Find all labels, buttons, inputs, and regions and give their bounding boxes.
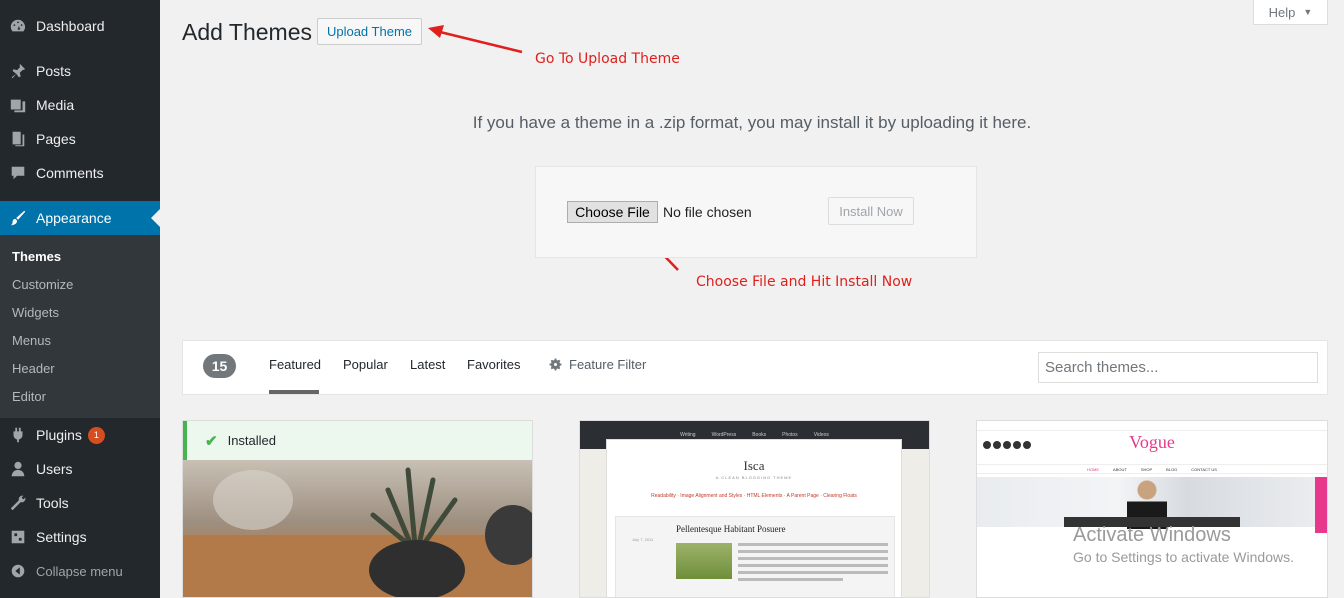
vogue-menu-item: BLOG <box>1166 466 1178 472</box>
search-themes-input[interactable] <box>1038 352 1318 383</box>
active-tab-indicator <box>269 390 319 394</box>
isca-title: Isca <box>743 458 765 473</box>
annotation-upload-note: Go To Upload Theme <box>535 51 680 67</box>
collapse-menu-button[interactable]: Collapse menu <box>0 554 160 588</box>
upload-description: If you have a theme in a .zip format, yo… <box>472 113 1032 132</box>
dashboard-icon <box>0 17 36 35</box>
sidebar-item-label: Pages <box>36 131 76 147</box>
submenu-item-editor[interactable]: Editor <box>12 389 46 404</box>
brush-icon <box>0 209 36 227</box>
grass-thumbnail <box>676 543 732 579</box>
sidebar-item-plugins[interactable]: Plugins 1 <box>0 418 160 452</box>
tab-popular[interactable]: Popular <box>343 357 388 372</box>
install-now-button[interactable]: Install Now <box>828 197 914 225</box>
vogue-menu-item: SHOP <box>1140 466 1153 472</box>
choose-file-button[interactable]: Choose File <box>567 201 658 223</box>
tab-latest[interactable]: Latest <box>410 357 445 372</box>
sidebar-item-posts[interactable]: Posts <box>0 54 160 88</box>
help-label: Help <box>1268 4 1296 20</box>
sidebar-item-settings[interactable]: Settings <box>0 520 160 554</box>
collapse-icon <box>0 562 36 580</box>
installed-notice: ✔ Installed <box>183 421 532 460</box>
isca-preview: Isca A CLEAN BLOGGING THEME Readability … <box>606 439 902 597</box>
media-icon <box>0 96 36 114</box>
plugin-icon <box>0 426 36 444</box>
submenu-item-themes[interactable]: Themes <box>12 249 61 264</box>
sidebar-item-comments[interactable]: Comments <box>0 156 160 190</box>
theme-screenshot <box>183 460 532 597</box>
installed-label: Installed <box>227 433 276 448</box>
theme-card-isca[interactable]: Writing WordPress Books Photos Videos Is… <box>579 420 930 598</box>
vogue-menu-item: CONTACT US <box>1191 466 1217 472</box>
wrench-icon <box>0 494 36 512</box>
feature-filter-label: Feature Filter <box>569 357 647 372</box>
sidebar-item-label: Dashboard <box>36 18 105 34</box>
isca-tagline: A CLEAN BLOGGING THEME <box>715 475 793 480</box>
sidebar-item-label: Comments <box>36 165 104 181</box>
sidebar-item-label: Media <box>36 97 75 113</box>
sidebar-item-label: Appearance <box>36 210 112 226</box>
update-count-badge: 1 <box>87 426 105 444</box>
upload-theme-button[interactable]: Upload Theme <box>317 18 422 45</box>
theme-card-vogue[interactable]: Vogue HOME ABOUT SHOP BLOG CONTACT US <box>976 420 1328 598</box>
sidebar-item-media[interactable]: Media <box>0 88 160 122</box>
pin-icon <box>0 62 36 80</box>
vogue-menu-item: HOME <box>1087 466 1100 472</box>
isca-post-excerpt <box>738 543 888 585</box>
submenu-item-menus[interactable]: Menus <box>12 333 51 348</box>
settings-icon <box>0 528 36 546</box>
isca-post: July 7, 2011 Pellentesque Habitant Posue… <box>615 516 895 597</box>
arrow-to-upload-button <box>428 25 523 54</box>
feature-filter-button[interactable]: Feature Filter <box>548 357 646 372</box>
isca-post-title: Pellentesque Habitant Posuere <box>676 524 786 534</box>
annotation-choose-note: Choose File and Hit Install Now <box>696 274 913 290</box>
isca-nav-item: Books <box>752 432 767 438</box>
theme-card-installed[interactable]: ✔ Installed <box>182 420 533 598</box>
vogue-share-bar <box>1315 477 1327 533</box>
submenu-item-customize[interactable]: Customize <box>12 277 73 292</box>
sidebar-item-dashboard[interactable]: Dashboard <box>0 9 160 43</box>
isca-nav-item: Photos <box>782 432 798 438</box>
isca-post-date: July 7, 2011 <box>632 537 654 542</box>
isca-nav-item: Writing <box>680 432 696 438</box>
sidebar-item-label: Settings <box>36 529 87 545</box>
vogue-menu: HOME ABOUT SHOP BLOG CONTACT US <box>977 464 1327 474</box>
comment-icon <box>0 164 36 182</box>
submenu-item-widgets[interactable]: Widgets <box>12 305 59 320</box>
sidebar-item-tools[interactable]: Tools <box>0 486 160 520</box>
isca-subnav: Readability · Image Alignment and Styles… <box>651 493 857 499</box>
sidebar-item-label: Posts <box>36 63 72 79</box>
submenu-item-header[interactable]: Header <box>12 361 55 376</box>
vogue-logo: Vogue <box>1129 432 1175 452</box>
sidebar-item-label: Collapse menu <box>36 563 123 579</box>
vogue-menu-item: ABOUT <box>1113 466 1127 472</box>
isca-nav-item: Videos <box>813 432 829 438</box>
sidebar-item-label: Tools <box>36 495 69 511</box>
gear-icon <box>549 358 562 371</box>
watermark-subtitle: Go to Settings to activate Windows. <box>1073 549 1294 565</box>
pages-icon <box>0 130 36 148</box>
sidebar-item-pages[interactable]: Pages <box>0 122 160 156</box>
sidebar-item-label: Plugins <box>36 427 82 443</box>
theme-count-badge: 15 <box>203 354 236 378</box>
tab-favorites[interactable]: Favorites <box>467 357 520 372</box>
sidebar-item-label: Users <box>36 461 73 477</box>
checkmark-icon: ✔ <box>205 432 218 450</box>
isca-nav-item: WordPress <box>711 432 737 438</box>
vogue-topbar <box>977 421 1327 431</box>
sidebar-item-users[interactable]: Users <box>0 452 160 486</box>
watermark-title: Activate Windows <box>1073 524 1231 546</box>
admin-sidebar: Dashboard Posts Media Pages Comments App… <box>0 0 160 598</box>
windows-activation-watermark: Activate Windows Go to Settings to activ… <box>1073 524 1294 565</box>
caret-down-icon: ▼ <box>1303 7 1313 17</box>
page-title: Add Themes <box>182 19 312 45</box>
appearance-submenu: Themes Customize Widgets Menus Header Ed… <box>0 235 160 418</box>
user-icon <box>0 460 36 478</box>
file-status-text: No file chosen <box>663 204 752 220</box>
tab-featured[interactable]: Featured <box>269 357 321 372</box>
sidebar-item-appearance[interactable]: Appearance <box>0 201 160 235</box>
plant-photo <box>183 467 532 597</box>
help-tab-button[interactable]: Help ▼ <box>1253 0 1328 25</box>
